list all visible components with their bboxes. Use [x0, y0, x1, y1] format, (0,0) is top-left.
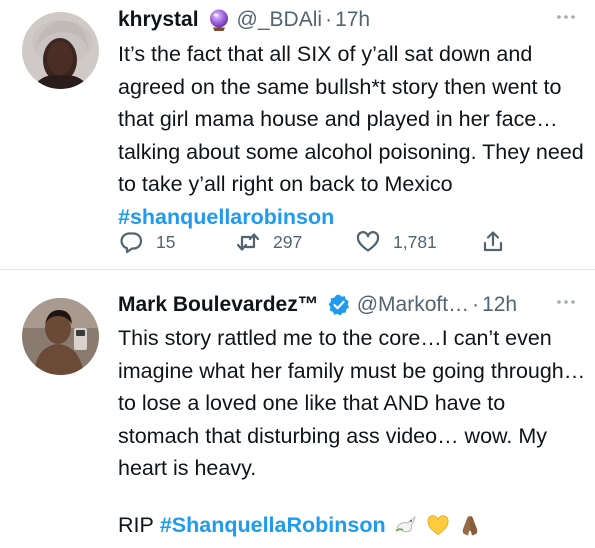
author-name[interactable]: Mark Boulevardez™	[118, 291, 319, 319]
avatar-photo	[22, 12, 99, 89]
tweet-header: khrystal @_BDAli · 17h	[118, 6, 370, 34]
tweet-header: Mark Boulevardez™ @Markoft… · 12h	[118, 291, 517, 319]
avatar-photo	[22, 298, 99, 375]
timestamp[interactable]: 12h	[482, 291, 517, 319]
retweet-count: 297	[273, 231, 303, 252]
crystal-ball-icon	[207, 8, 231, 32]
avatar[interactable]	[22, 298, 99, 375]
tweet[interactable]: khrystal @_BDAli · 17h It’s the fact tha…	[0, 0, 595, 268]
tweet-text-content: It’s the fact that all SIX of y’all sat …	[118, 42, 590, 196]
reply-icon	[118, 229, 144, 255]
hashtag-link[interactable]: #shanquellarobinson	[118, 205, 334, 229]
retweet-button[interactable]: 297	[235, 227, 302, 257]
author-handle[interactable]: @Markoft…	[357, 291, 469, 319]
like-button[interactable]: 1,781	[355, 227, 437, 257]
heart-icon	[355, 229, 381, 255]
dove-icon	[394, 513, 418, 537]
folded-hands-icon	[458, 513, 482, 537]
tweet-actions: 15 297 1,781	[118, 227, 518, 257]
yellow-heart-icon	[426, 513, 450, 537]
tweet-text: This story rattled me to the core…I can’…	[118, 326, 586, 480]
retweet-icon	[235, 229, 261, 255]
more-options-icon[interactable]	[555, 10, 577, 24]
share-button[interactable]	[480, 227, 506, 257]
timestamp[interactable]: 17h	[335, 6, 370, 34]
hashtag-link[interactable]: #ShanquellaRobinson	[160, 509, 386, 541]
verified-badge-icon	[327, 293, 351, 317]
like-count: 1,781	[393, 231, 437, 252]
author-name[interactable]: khrystal	[118, 6, 199, 34]
rip-text: RIP	[118, 513, 154, 537]
share-icon	[480, 229, 506, 255]
reply-count: 15	[156, 231, 176, 252]
tweet-divider	[0, 269, 595, 270]
rip-line: RIP #ShanquellaRobinson	[118, 509, 482, 541]
separator: ·	[325, 8, 333, 31]
avatar[interactable]	[22, 12, 99, 89]
author-handle[interactable]: @_BDAli	[237, 6, 323, 34]
reply-button[interactable]: 15	[118, 227, 175, 257]
more-options-icon[interactable]	[555, 295, 577, 309]
tweet[interactable]: Mark Boulevardez™ @Markoft… · 12h This s…	[0, 279, 595, 548]
separator: ·	[472, 293, 480, 316]
tweet-text: It’s the fact that all SIX of y’all sat …	[118, 38, 588, 233]
